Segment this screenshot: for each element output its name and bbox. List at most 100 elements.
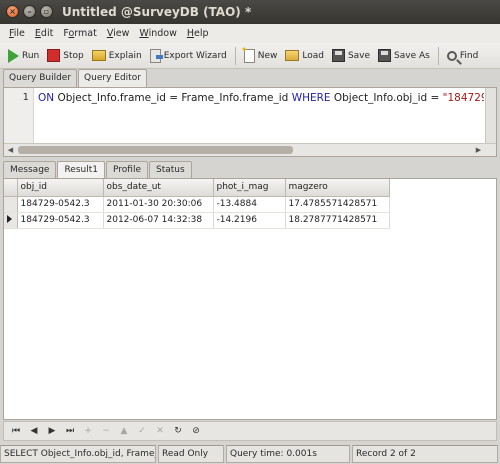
table-cell[interactable]: 2012-06-07 14:32:38 [103, 212, 214, 229]
search-icon [446, 50, 457, 61]
next-record-icon[interactable]: ▶ [46, 426, 58, 436]
export-icon [149, 48, 163, 63]
table-cell[interactable]: 184729-0542.3 [17, 196, 104, 213]
table-cell[interactable]: -13.4884 [213, 196, 286, 213]
explain-button[interactable]: Explain [88, 45, 146, 67]
window-controls: × – ▫ [6, 5, 53, 18]
status-sql-text: SELECT Object_Info.obj_id, Frame_Ir [0, 445, 156, 463]
menu-format[interactable]: Format [58, 28, 102, 39]
refresh-icon[interactable]: ↻ [172, 426, 184, 436]
tab-profile[interactable]: Profile [106, 161, 148, 178]
stop-label: Stop [63, 50, 84, 61]
result-tabs: Message Result1 Profile Status [0, 161, 500, 178]
title-bar: × – ▫ Untitled @SurveyDB (TAO) * [0, 0, 500, 24]
record-navigation-bar: ⏮ ◀ ▶ ⏭ + − ▲ ✓ ✕ ↻ ⊘ [3, 421, 497, 441]
stop-fetch-icon[interactable]: ⊘ [190, 426, 202, 436]
stop-icon [47, 49, 61, 62]
line-number-gutter: 1 [4, 88, 34, 143]
status-query-time: Query time: 0.001s [226, 445, 350, 463]
result-grid[interactable]: obj_id obs_date_ut phot_i_mag magzero 18… [3, 178, 497, 420]
tab-result1[interactable]: Result1 [57, 161, 105, 178]
menu-help[interactable]: Help [182, 28, 214, 39]
menu-view[interactable]: View [102, 28, 135, 39]
table-cell[interactable]: 184729-0542.3 [17, 212, 104, 229]
header-row: obj_id obs_date_ut phot_i_mag magzero [4, 179, 390, 197]
sql-string-literal: "184729-0542.3" [442, 92, 484, 104]
table-row[interactable]: 184729-0542.3 2011-01-30 20:30:06 -13.48… [4, 196, 390, 213]
status-bar: SELECT Object_Info.obj_id, Frame_Ir Read… [0, 445, 500, 464]
find-label: Find [459, 50, 479, 61]
table-cell[interactable]: 18.2787771428571 [285, 212, 390, 229]
save-as-label: Save As [394, 50, 430, 61]
table-row[interactable]: 184729-0542.3 2012-06-07 14:32:38 -14.21… [4, 212, 390, 229]
sql-editor[interactable]: 1 ON Object_Info.frame_id = Frame_Info.f… [3, 87, 497, 157]
new-button[interactable]: New [240, 45, 282, 67]
run-label: Run [22, 50, 40, 61]
delete-record-icon[interactable]: − [100, 426, 112, 436]
menu-file[interactable]: File [4, 28, 30, 39]
new-label: New [257, 50, 278, 61]
save-button[interactable]: Save [328, 45, 374, 67]
stop-button[interactable]: Stop [43, 45, 87, 67]
window-maximize-button[interactable]: ▫ [40, 5, 53, 18]
load-button[interactable]: Load [281, 45, 328, 67]
window-close-button[interactable]: × [6, 5, 19, 18]
sql-where-condition: Object_Info.obj_id = [330, 92, 443, 104]
editor-tabs: Query Builder Query Editor [0, 69, 500, 87]
save-label: Save [347, 50, 371, 61]
toolbar-separator [234, 46, 236, 65]
result-table: obj_id obs_date_ut phot_i_mag magzero 18… [4, 179, 390, 229]
scroll-thumb[interactable] [18, 146, 293, 154]
row-indicator[interactable] [4, 212, 18, 229]
window-minimize-button[interactable]: – [23, 5, 36, 18]
tab-query-builder[interactable]: Query Builder [3, 69, 78, 87]
export-wizard-label: Export Wizard [163, 50, 227, 61]
add-record-icon[interactable]: + [82, 426, 94, 436]
edit-record-icon[interactable]: ▲ [118, 426, 130, 436]
tab-status[interactable]: Status [148, 161, 192, 178]
row-indicator-header [4, 179, 18, 197]
post-edit-icon[interactable]: ✓ [136, 426, 148, 436]
explain-icon [91, 50, 106, 61]
column-header-obs-date-ut[interactable]: obs_date_ut [103, 179, 214, 197]
column-header-magzero[interactable]: magzero [285, 179, 390, 197]
previous-record-icon[interactable]: ◀ [28, 426, 40, 436]
explain-label: Explain [108, 50, 142, 61]
save-as-icon [378, 49, 392, 62]
tab-message[interactable]: Message [3, 161, 57, 178]
save-as-button[interactable]: Save As [374, 45, 434, 67]
editor-vertical-scrollbar[interactable] [485, 88, 496, 143]
line-number: 1 [22, 92, 29, 103]
first-record-icon[interactable]: ⏮ [10, 426, 22, 436]
export-wizard-button[interactable]: Export Wizard [146, 45, 231, 67]
table-cell[interactable]: 2011-01-30 20:30:06 [103, 196, 214, 213]
find-button[interactable]: Find [443, 45, 482, 67]
menu-edit[interactable]: Edit [30, 28, 58, 39]
run-icon [8, 48, 19, 63]
menu-window[interactable]: Window [134, 28, 181, 39]
sql-join-condition: Object_Info.frame_id = Frame_Info.frame_… [54, 92, 292, 104]
run-button[interactable]: Run [4, 45, 43, 67]
scroll-left-arrow-icon[interactable]: ◀ [5, 145, 16, 155]
last-record-icon[interactable]: ⏭ [64, 426, 76, 436]
scroll-right-arrow-icon[interactable]: ▶ [473, 145, 484, 155]
folder-icon [285, 50, 300, 61]
current-row-pointer-icon [7, 214, 12, 223]
new-file-icon [241, 45, 255, 63]
cancel-edit-icon[interactable]: ✕ [154, 426, 166, 436]
column-header-phot-i-mag[interactable]: phot_i_mag [213, 179, 286, 197]
row-indicator[interactable] [4, 196, 18, 213]
table-cell[interactable]: -14.2196 [213, 212, 286, 229]
column-header-obj-id[interactable]: obj_id [17, 179, 104, 197]
editor-horizontal-scrollbar[interactable]: ◀ ▶ [4, 143, 496, 156]
load-label: Load [302, 50, 324, 61]
toolbar: Run Stop Explain Export Wizard New Load … [0, 43, 500, 69]
toolbar-separator [437, 46, 439, 65]
tab-query-editor[interactable]: Query Editor [78, 69, 147, 87]
sql-keyword-on: ON [38, 92, 55, 104]
sql-keyword-where: WHERE [291, 92, 331, 104]
status-mode: Read Only [158, 445, 224, 463]
table-cell[interactable]: 17.4785571428571 [285, 196, 390, 213]
sql-code-line[interactable]: ON Object_Info.frame_id = Frame_Info.fra… [38, 92, 484, 104]
status-record-position: Record 2 of 2 [352, 445, 498, 463]
